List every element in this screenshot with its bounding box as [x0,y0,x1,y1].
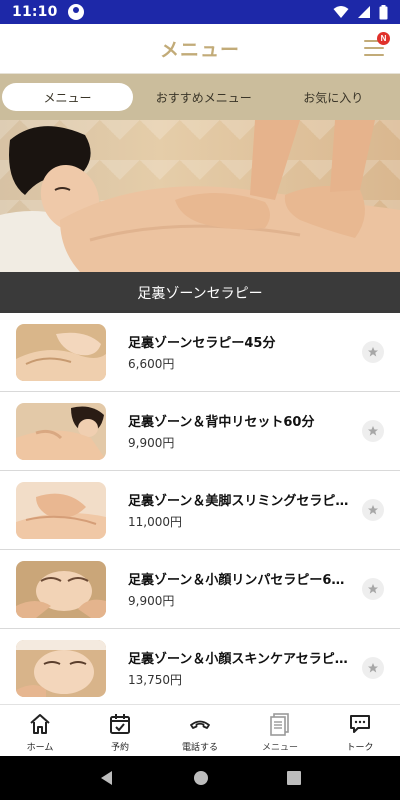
back-icon[interactable] [99,770,115,786]
favorite-button[interactable] [362,657,384,679]
nav-label: 予約 [110,742,129,753]
status-bar: 11:10 [0,0,400,24]
app-header: メニュー N [0,24,400,74]
app-notification-icon [67,4,84,20]
item-title: 足裏ゾーン＆小顔リンパセラピー60分 [128,573,353,588]
page-title: メニュー [159,39,240,61]
wifi-icon [333,6,349,18]
item-price: 9,900円 [128,594,175,608]
favorite-button[interactable] [362,341,384,363]
status-time: 11:10 [12,4,58,20]
nav-label: 電話する [181,742,218,753]
tab-favorites[interactable]: お気に入り [269,83,399,111]
list-item[interactable]: 足裏ゾーン＆背中リセット60分 9,900円 [0,392,400,471]
nav-menu[interactable]: メニュー [240,705,320,756]
item-title: 足裏ゾーン＆小顔スキンケアセラピ… [128,652,348,667]
notification-badge: N [377,32,390,45]
list-item[interactable]: 足裏ゾーン＆美脚スリミングセラピ… 11,000円 [0,471,400,550]
home-button-icon[interactable] [193,770,209,786]
favorite-button[interactable] [362,420,384,442]
thumbnail-foot-massage [16,323,106,381]
list-item[interactable]: 足裏ゾーンセラピー45分 6,600円 [0,313,400,392]
cellular-signal-icon [358,6,370,18]
item-price: 9,900円 [128,436,175,450]
menu-tabs: メニュー おすすめメニュー お気に入り [0,74,400,120]
menu-book-icon [267,711,293,737]
menu-list: 足裏ゾーンセラピー45分 6,600円 足裏ゾーン＆背中リセット60分 9,90… [0,313,400,704]
item-text: 足裏ゾーン＆美脚スリミングセラピ… 11,000円 [128,490,354,530]
star-icon [368,347,378,357]
thumbnail-leg-massage [16,481,106,539]
item-text: 足裏ゾーンセラピー45分 6,600円 [128,332,354,372]
hero-image [0,120,400,272]
home-icon [27,711,53,737]
item-text: 足裏ゾーン＆小顔スキンケアセラピ… 13,750円 [128,648,354,688]
massage-illustration [0,120,400,272]
star-icon [368,426,378,436]
hamburger-line [364,54,384,56]
item-price: 6,600円 [128,357,175,371]
bottom-navigation: ホーム 予約 電話する メニュー トーク [0,704,400,756]
recents-icon[interactable] [287,771,301,785]
item-text: 足裏ゾーン＆背中リセット60分 9,900円 [128,411,354,451]
nav-reservation[interactable]: 予約 [80,705,160,756]
calendar-check-icon [107,711,133,737]
section-title: 足裏ゾーンセラピー [0,272,400,313]
hamburger-line [364,47,384,49]
phone-icon [187,711,213,737]
favorite-button[interactable] [362,499,384,521]
status-icons [333,4,388,20]
nav-label: メニュー [261,742,298,753]
star-icon [368,663,378,673]
list-item[interactable]: 足裏ゾーン＆小顔リンパセラピー60分 9,900円 [0,550,400,629]
hamburger-menu-button[interactable]: N [364,32,390,58]
nav-call[interactable]: 電話する [160,705,240,756]
nav-label: トーク [346,742,374,753]
item-price: 13,750円 [128,673,182,687]
thumbnail-face-skincare [16,639,106,697]
item-price: 11,000円 [128,515,182,529]
favorite-button[interactable] [362,578,384,600]
chat-icon [347,711,373,737]
system-navigation-bar [0,756,400,800]
item-title: 足裏ゾーンセラピー45分 [128,336,276,351]
thumbnail-back-massage [16,402,106,460]
star-icon [368,584,378,594]
nav-label: ホーム [26,742,54,753]
battery-icon [379,4,388,19]
item-text: 足裏ゾーン＆小顔リンパセラピー60分 9,900円 [128,569,354,609]
tab-menu[interactable]: メニュー [2,83,133,111]
star-icon [368,505,378,515]
item-title: 足裏ゾーン＆背中リセット60分 [128,415,315,430]
nav-home[interactable]: ホーム [0,705,80,756]
tab-recommended[interactable]: おすすめメニュー [139,83,269,111]
list-item[interactable]: 足裏ゾーン＆小顔スキンケアセラピ… 13,750円 [0,629,400,704]
nav-talk[interactable]: トーク [320,705,400,756]
thumbnail-face-lymph [16,560,106,618]
item-title: 足裏ゾーン＆美脚スリミングセラピ… [128,494,349,509]
